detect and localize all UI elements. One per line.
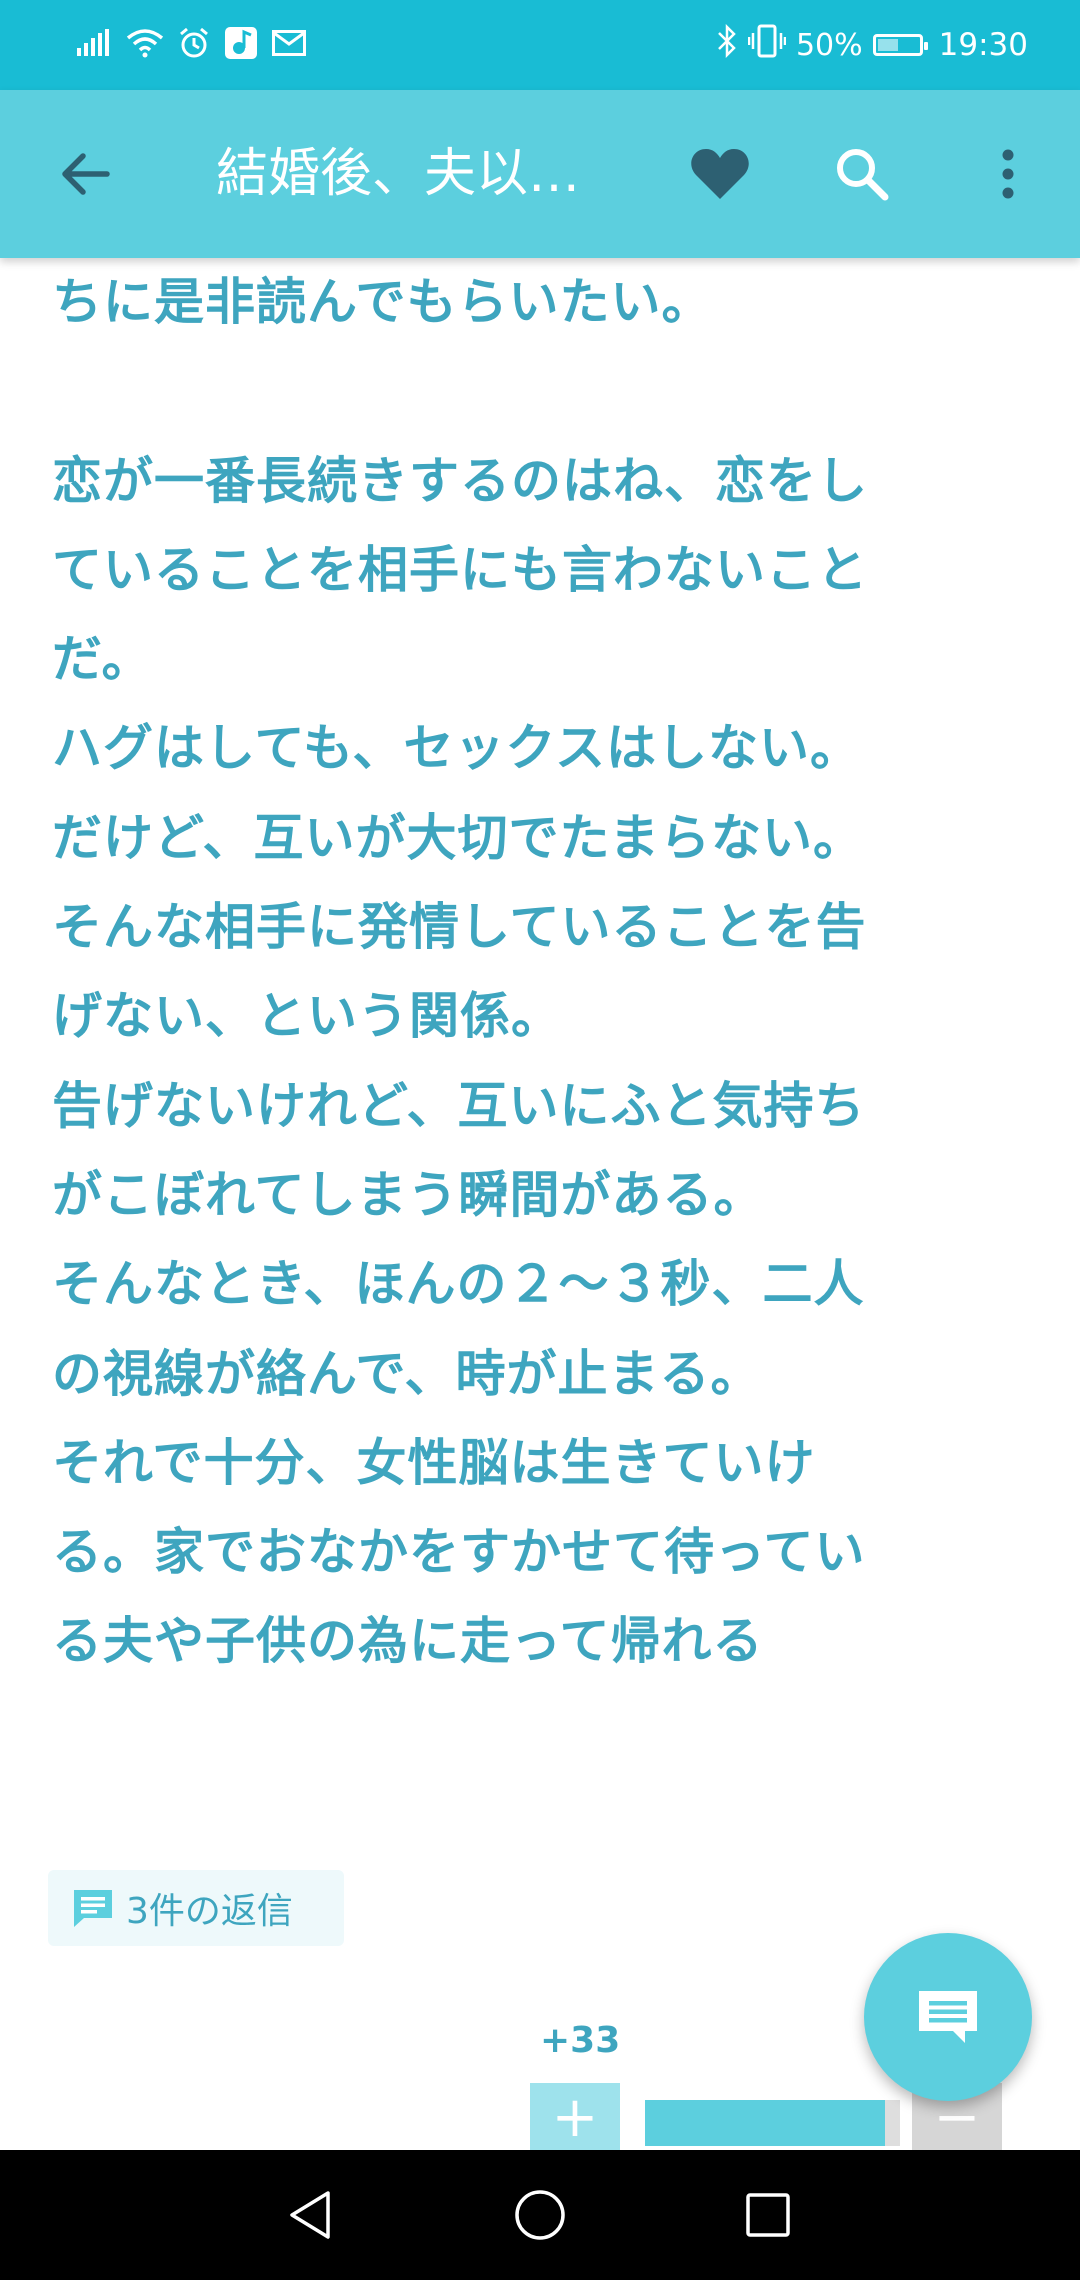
mail-icon (272, 30, 306, 60)
music-app-icon (224, 26, 258, 64)
comment-icon (72, 1888, 114, 1928)
status-time: 19:30 (938, 27, 1028, 63)
post-line: がこぼれてしまう瞬間がある。 (52, 1165, 765, 1224)
nav-back-icon[interactable] (250, 2150, 370, 2280)
post-line: ハグはしても、セックスはしない。 (52, 719, 861, 778)
bluetooth-icon (716, 23, 738, 66)
post-line: げない、という関係。 (52, 987, 562, 1046)
battery-percent: 50% (795, 27, 863, 63)
post-line: そんな相手に発情していることを告 (52, 898, 867, 957)
nav-recents-icon[interactable] (708, 2150, 828, 2280)
search-icon[interactable] (812, 90, 912, 258)
nav-home-icon[interactable] (480, 2150, 600, 2280)
battery-icon (872, 34, 928, 56)
more-vert-icon[interactable] (958, 90, 1058, 258)
replies-label: 3件の返信 (126, 1891, 293, 1932)
post-line: だ。 (52, 630, 153, 689)
replies-button[interactable]: 3件の返信 (48, 1870, 344, 1946)
battery-fill (877, 39, 898, 51)
app-bar: 結婚後、夫以… (0, 90, 1080, 258)
signal-icon (76, 28, 112, 62)
vibrate-icon (747, 24, 787, 66)
post-line: それで十分、女性脳は生きていけ (52, 1433, 816, 1492)
chat-icon (919, 1991, 977, 2043)
system-nav-bar (0, 2150, 1080, 2280)
wifi-icon (126, 28, 164, 62)
post-line: そんなとき、ほんの２〜３秒、二人 (52, 1255, 865, 1314)
vote-ratio-bar (645, 2100, 885, 2146)
comment-fab[interactable] (864, 1933, 1032, 2101)
alarm-icon (178, 27, 210, 63)
heart-icon[interactable] (670, 90, 770, 258)
post-line: 恋が一番長続きするのはね、恋をし (52, 451, 868, 510)
post-line: だけど、互いが大切でたまらない。 (52, 808, 864, 867)
post-body: ちに是非読んでもらいたい。 恋が一番長続きするのはね、恋をし ていることを相手に… (52, 258, 1032, 1687)
post-line: ちに是非読んでもらいたい。 (52, 273, 713, 331)
status-left-icons (76, 0, 306, 90)
post-line: る。家でおなかをすかせて待ってい (52, 1523, 866, 1582)
vote-count: +33 (540, 2020, 621, 2061)
post-line: ていることを相手にも言わないこと (52, 540, 868, 599)
post-line: 告げないけれど、互いにふと気持ち (52, 1076, 866, 1135)
post-line: の視線が絡んで、時が止まる。 (52, 1344, 762, 1403)
post-line (52, 347, 1032, 436)
post-line: る夫や子供の為に走って帰れる (52, 1612, 764, 1671)
status-bar: 50% 19:30 (0, 0, 1080, 90)
vote-ratio-bar-remainder (885, 2100, 900, 2146)
status-right-icons: 50% 19:30 (716, 0, 1028, 90)
page-title: 結婚後、夫以… (216, 144, 581, 204)
upvote-button[interactable]: + (530, 2083, 620, 2153)
back-arrow-icon[interactable] (34, 90, 134, 258)
